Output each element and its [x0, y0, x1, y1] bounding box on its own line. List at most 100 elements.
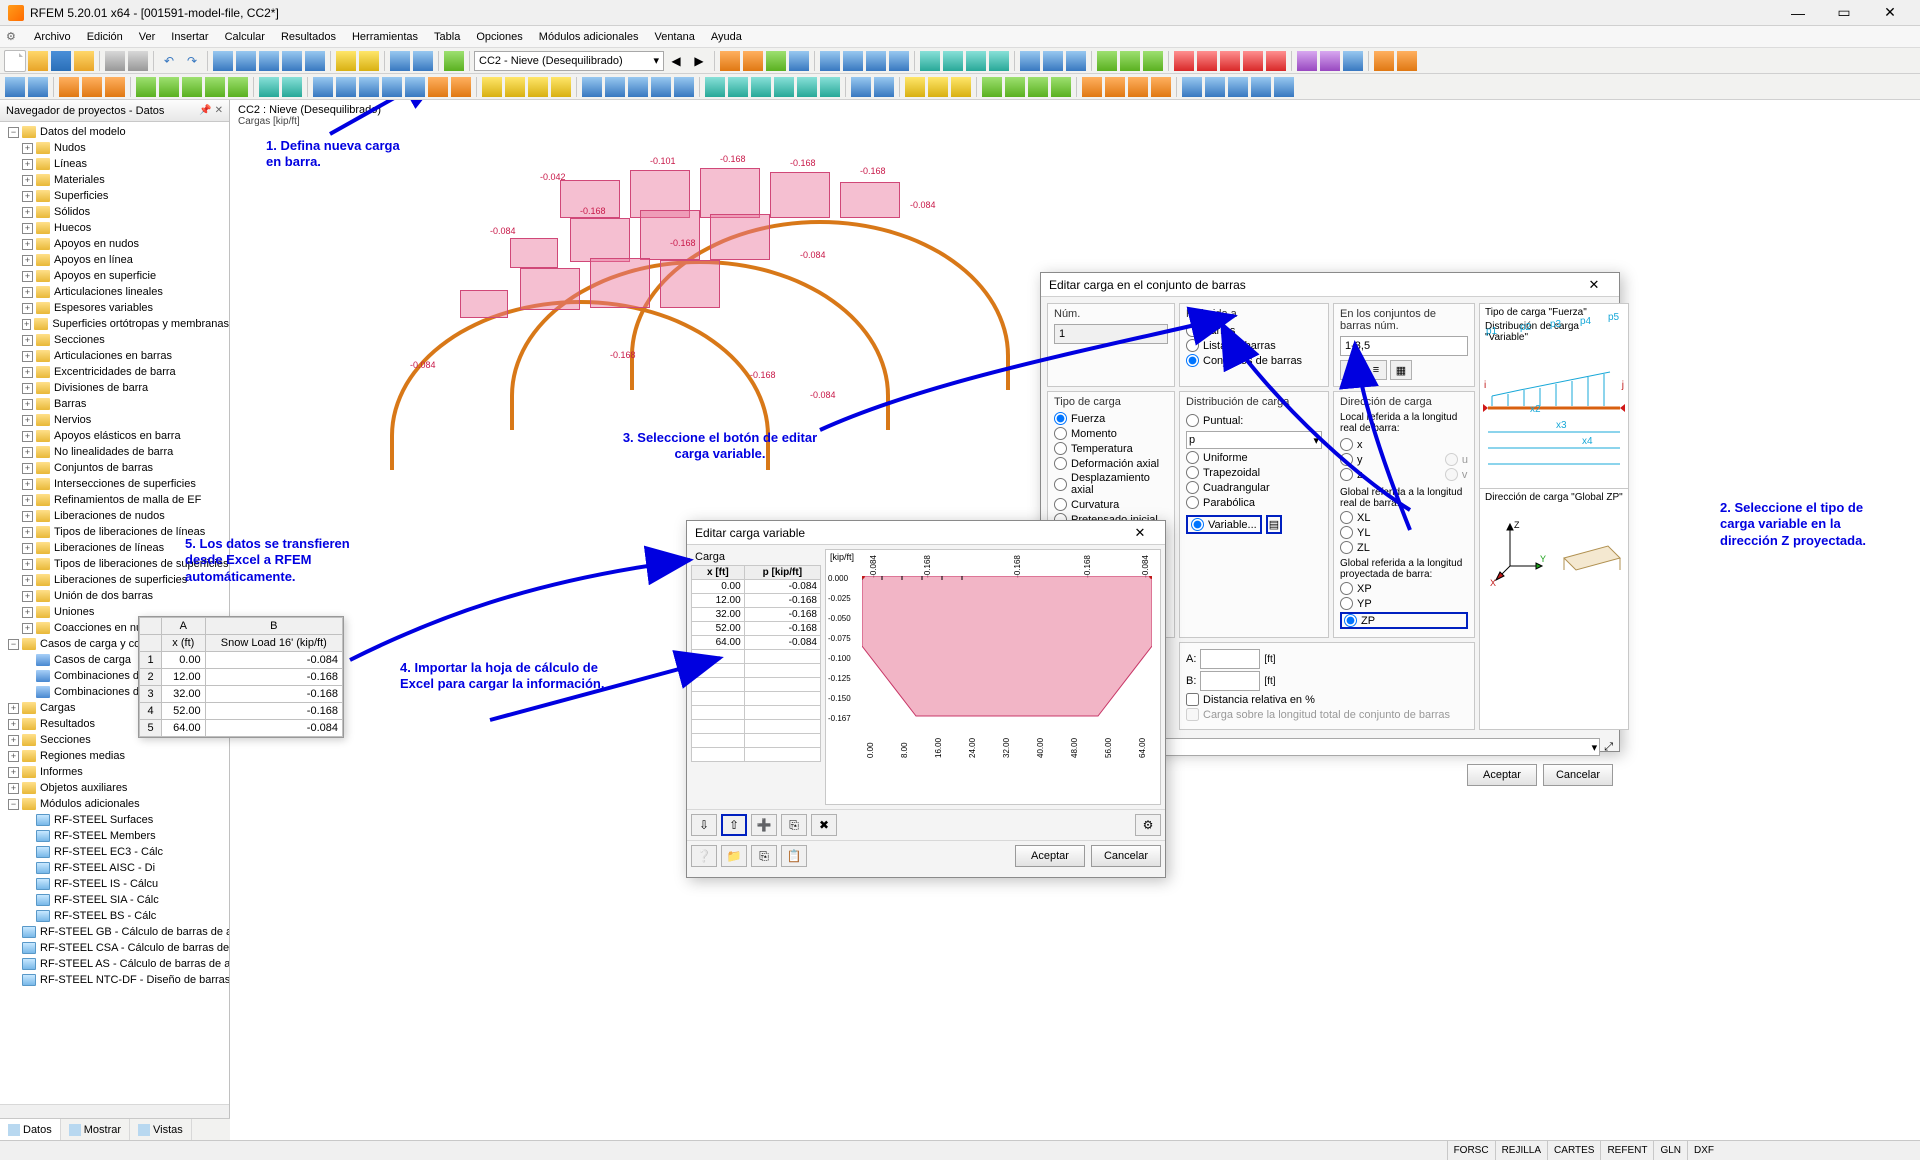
tree-item[interactable]: +Divisiones de barra — [0, 380, 229, 396]
tool-icon[interactable] — [1196, 50, 1218, 72]
radio-local-z[interactable]: z — [1340, 468, 1363, 481]
tool-icon[interactable] — [1096, 50, 1118, 72]
radio-yp[interactable]: YP — [1340, 597, 1468, 610]
tool-icon[interactable] — [842, 50, 864, 72]
open-file-icon[interactable] — [27, 50, 49, 72]
3d-viewport[interactable]: CC2 : Nieve (Desequilibrado) Cargas [kip… — [230, 100, 1920, 1118]
tool-icon[interactable] — [1150, 76, 1172, 98]
puntual-type-combo[interactable]: p▾ — [1186, 431, 1322, 449]
radio-local-x[interactable]: x — [1340, 438, 1363, 451]
menu-insertar[interactable]: Insertar — [163, 28, 216, 46]
radio-zl[interactable]: ZL — [1340, 541, 1468, 554]
module-item[interactable]: RF-STEEL EC3 - Cálc — [0, 844, 229, 860]
tree-item[interactable]: +Superficies ortótropas y membranas — [0, 316, 229, 332]
radio-xl[interactable]: XL — [1340, 511, 1468, 524]
radio-variable[interactable]: Variable... — [1186, 515, 1262, 534]
options-icon[interactable]: ⚙ — [1135, 814, 1161, 836]
tree-item[interactable]: +No linealidades de barra — [0, 444, 229, 460]
var-load-table[interactable]: Carga x [ft]p [kip/ft] 0.00-0.08412.00-0… — [691, 549, 821, 805]
tool-icon[interactable] — [927, 76, 949, 98]
next-case-icon[interactable]: ▶ — [688, 50, 710, 72]
tree-item[interactable]: +Unión de dos barras — [0, 588, 229, 604]
tool-icon[interactable] — [135, 76, 157, 98]
var-accept-button[interactable]: Aceptar — [1015, 845, 1085, 867]
tool-icon[interactable] — [504, 76, 526, 98]
list-icon[interactable]: ≡ — [1365, 360, 1387, 380]
folder2-icon[interactable]: 📁 — [721, 845, 747, 867]
tool-icon[interactable] — [443, 50, 465, 72]
edit-variable-load-icon[interactable]: ▤ — [1266, 515, 1282, 534]
tool-icon[interactable] — [1242, 50, 1264, 72]
tool-icon[interactable] — [204, 76, 226, 98]
radio-local-y[interactable]: y — [1340, 453, 1363, 466]
module-item[interactable]: RF-STEEL NTC-DF - Diseño de barras — [0, 972, 229, 988]
tool-icon[interactable] — [158, 76, 180, 98]
comment-pick-icon[interactable]: ⤢ — [1604, 741, 1613, 754]
minimize-button[interactable]: — — [1776, 1, 1820, 25]
help-icon[interactable]: ❔ — [691, 845, 717, 867]
tool-icon[interactable] — [1050, 76, 1072, 98]
radio-zp[interactable]: ZP — [1340, 612, 1468, 629]
menu-edicion[interactable]: Edición — [79, 28, 131, 46]
tree-item[interactable]: +Conjuntos de barras — [0, 460, 229, 476]
menu-ver[interactable]: Ver — [131, 28, 164, 46]
menu-herramientas[interactable]: Herramientas — [344, 28, 426, 46]
tool-icon[interactable] — [1319, 50, 1341, 72]
tool-icon[interactable] — [1104, 76, 1126, 98]
var-cancel-button[interactable]: Cancelar — [1091, 845, 1161, 867]
tool-icon[interactable] — [742, 50, 764, 72]
tool-icon[interactable] — [1273, 76, 1295, 98]
big-dialog-accept-button[interactable]: Aceptar — [1467, 764, 1537, 786]
tool-icon[interactable] — [765, 50, 787, 72]
tool-icon[interactable] — [335, 76, 357, 98]
status-refent[interactable]: REFENT — [1600, 1141, 1653, 1160]
tool-icon[interactable] — [235, 50, 257, 72]
folder-icon[interactable] — [73, 50, 95, 72]
radio-local-u[interactable]: u — [1445, 453, 1468, 466]
param-b-input[interactable] — [1200, 671, 1260, 691]
radio-yl[interactable]: YL — [1340, 526, 1468, 539]
tool-icon[interactable] — [389, 50, 411, 72]
tree-item[interactable]: +Huecos — [0, 220, 229, 236]
tool-icon[interactable] — [819, 76, 841, 98]
menu-ventana[interactable]: Ventana — [646, 28, 702, 46]
tool-icon[interactable] — [1119, 50, 1141, 72]
module-item[interactable]: RF-STEEL CSA - Cálculo de barras de — [0, 940, 229, 956]
radio-local-v[interactable]: v — [1445, 468, 1468, 481]
menu-archivo[interactable]: Archivo — [26, 28, 79, 46]
tool-icon[interactable] — [81, 76, 103, 98]
menu-opciones[interactable]: Opciones — [468, 28, 530, 46]
new-member-load-icon[interactable] — [427, 76, 449, 98]
tree-item[interactable]: +Nervios — [0, 412, 229, 428]
nav-tab-datos[interactable]: Datos — [0, 1119, 61, 1140]
tool-icon[interactable] — [950, 76, 972, 98]
tree-item[interactable]: +Informes — [0, 764, 229, 780]
tool-icon[interactable] — [1081, 76, 1103, 98]
tool-icon[interactable] — [1204, 76, 1226, 98]
tree-item[interactable]: +Secciones — [0, 332, 229, 348]
menu-modulos[interactable]: Módulos adicionales — [531, 28, 647, 46]
tool-icon[interactable] — [873, 76, 895, 98]
tool-icon[interactable] — [1181, 76, 1203, 98]
tool-icon[interactable] — [1019, 50, 1041, 72]
radio-def-axial[interactable]: Deformación axial — [1054, 457, 1168, 470]
tool-icon[interactable] — [981, 76, 1003, 98]
paste-icon[interactable]: 📋 — [781, 845, 807, 867]
module-item[interactable]: RF-STEEL SIA - Cálc — [0, 892, 229, 908]
radio-conjuntos-barras[interactable]: Conjuntos de barras — [1186, 354, 1322, 367]
navigator-scrollbar[interactable] — [0, 1104, 229, 1118]
import-excel-icon[interactable]: ⇧ — [721, 814, 747, 836]
tool-icon[interactable] — [358, 76, 380, 98]
tree-item[interactable]: −Módulos adicionales — [0, 796, 229, 812]
tree-item[interactable]: +Barras — [0, 396, 229, 412]
tool-icon[interactable] — [1127, 76, 1149, 98]
tool-icon[interactable] — [550, 76, 572, 98]
nav-tab-mostrar[interactable]: Mostrar — [61, 1119, 130, 1140]
tool-icon[interactable] — [1065, 50, 1087, 72]
module-item[interactable]: RF-STEEL BS - Cálc — [0, 908, 229, 924]
radio-desp-axial[interactable]: Desplazamiento axial — [1054, 472, 1168, 496]
tree-item[interactable]: +Superficies — [0, 188, 229, 204]
prev-case-icon[interactable]: ◀ — [665, 50, 687, 72]
tree-item[interactable]: +Apoyos en superficie — [0, 268, 229, 284]
module-item[interactable]: RF-STEEL AS - Cálculo de barras de a — [0, 956, 229, 972]
